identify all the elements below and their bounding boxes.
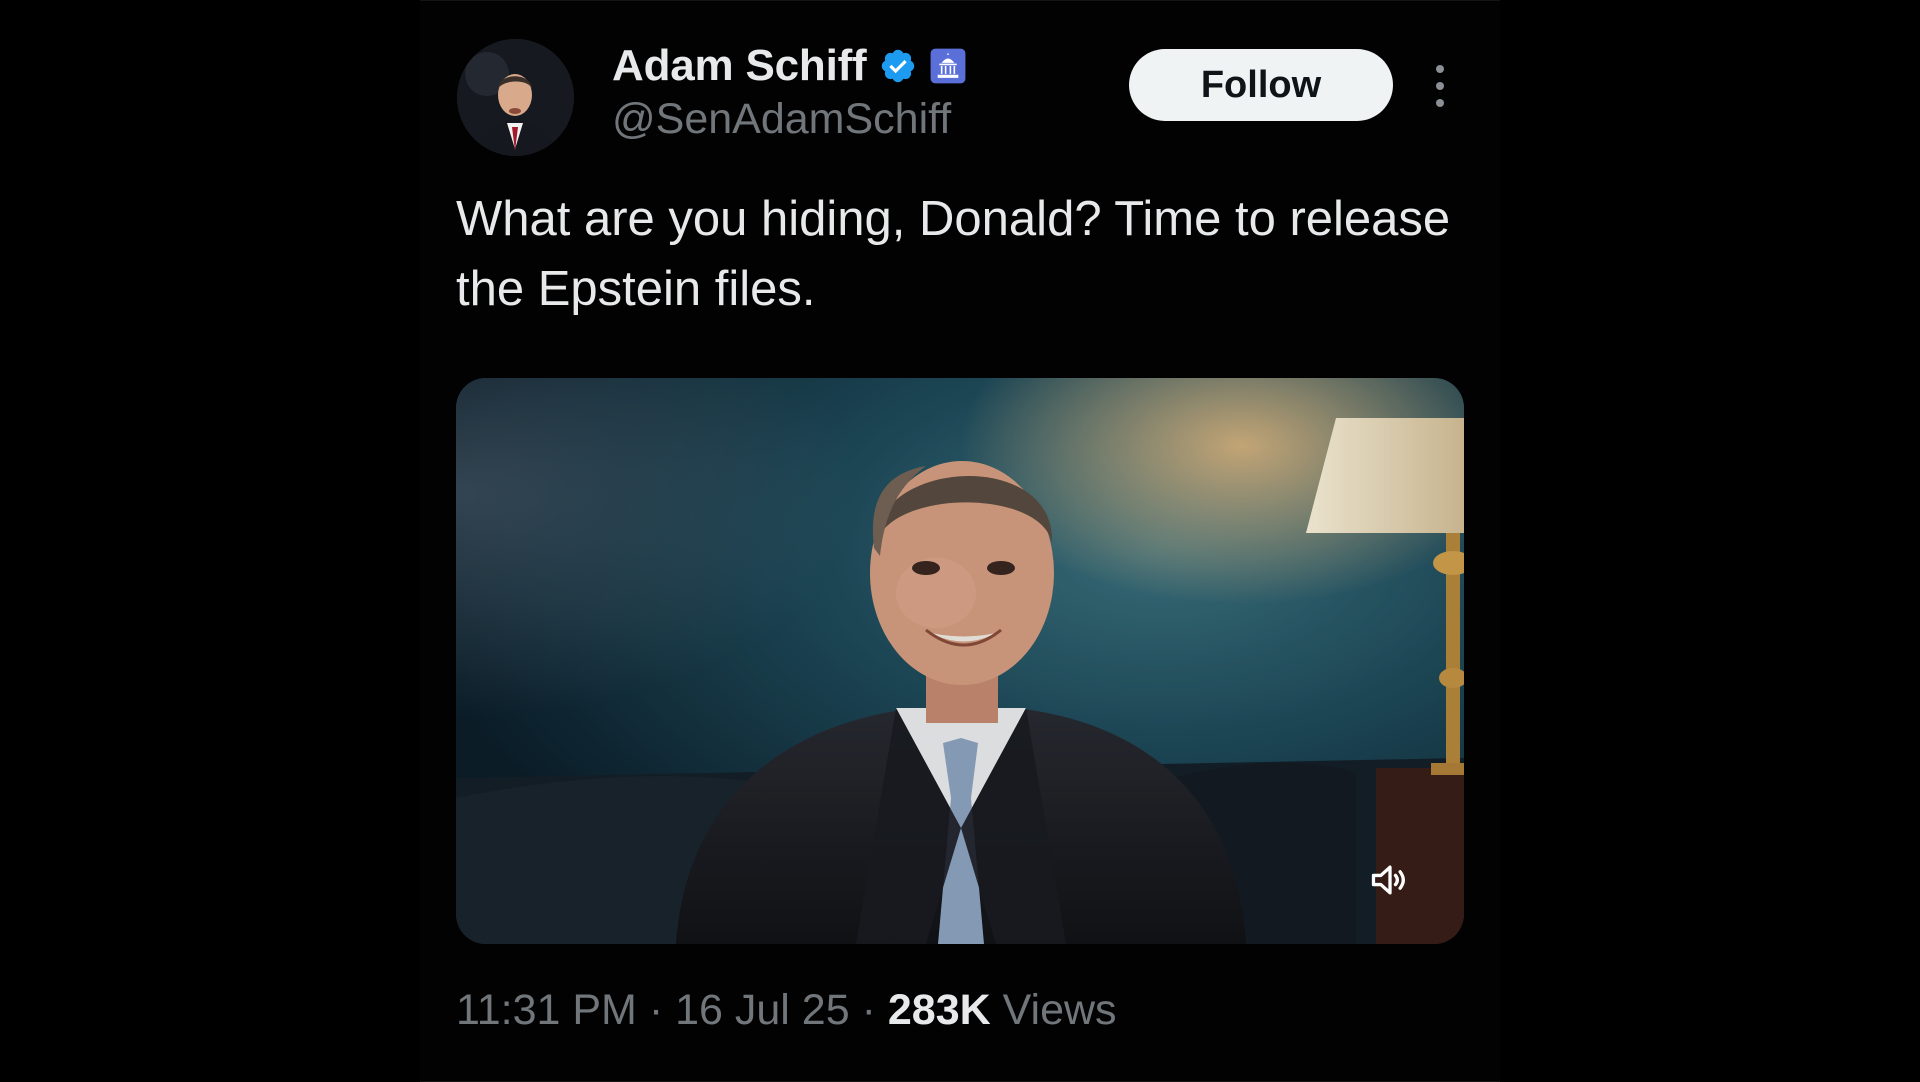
more-dot — [1436, 65, 1444, 73]
avatar[interactable] — [457, 39, 574, 156]
video-player[interactable] — [456, 378, 1464, 944]
tweet-date[interactable]: 16 Jul 25 — [675, 986, 850, 1034]
views-label: Views — [1002, 986, 1117, 1034]
author-handle[interactable]: @SenAdamSchiff — [612, 95, 951, 144]
more-dot — [1436, 99, 1444, 107]
meta-separator: · — [648, 986, 664, 1034]
verified-badge-icon[interactable] — [879, 47, 917, 85]
volume-muted-icon[interactable] — [1368, 858, 1412, 902]
more-vertical-icon[interactable] — [1430, 65, 1450, 107]
meta-separator: · — [861, 986, 876, 1034]
views-count[interactable]: 283K — [888, 986, 991, 1034]
tweet-card: Adam Schiff @SenAdamSchiff Follow What a… — [420, 0, 1500, 1082]
tweet-time[interactable]: 11:31 PM — [456, 986, 637, 1034]
author-display-name[interactable]: Adam Schiff — [612, 41, 867, 91]
author-name-row: Adam Schiff — [612, 41, 967, 91]
video-frame — [456, 378, 1464, 944]
government-capitol-icon[interactable] — [929, 47, 967, 85]
tweet-meta: 11:31 PM · 16 Jul 25 · 283K Views — [456, 986, 1117, 1035]
avatar-image — [457, 39, 574, 156]
follow-button[interactable]: Follow — [1129, 49, 1393, 121]
tweet-text: What are you hiding, Donald? Time to rel… — [456, 192, 1451, 316]
more-dot — [1436, 82, 1444, 90]
